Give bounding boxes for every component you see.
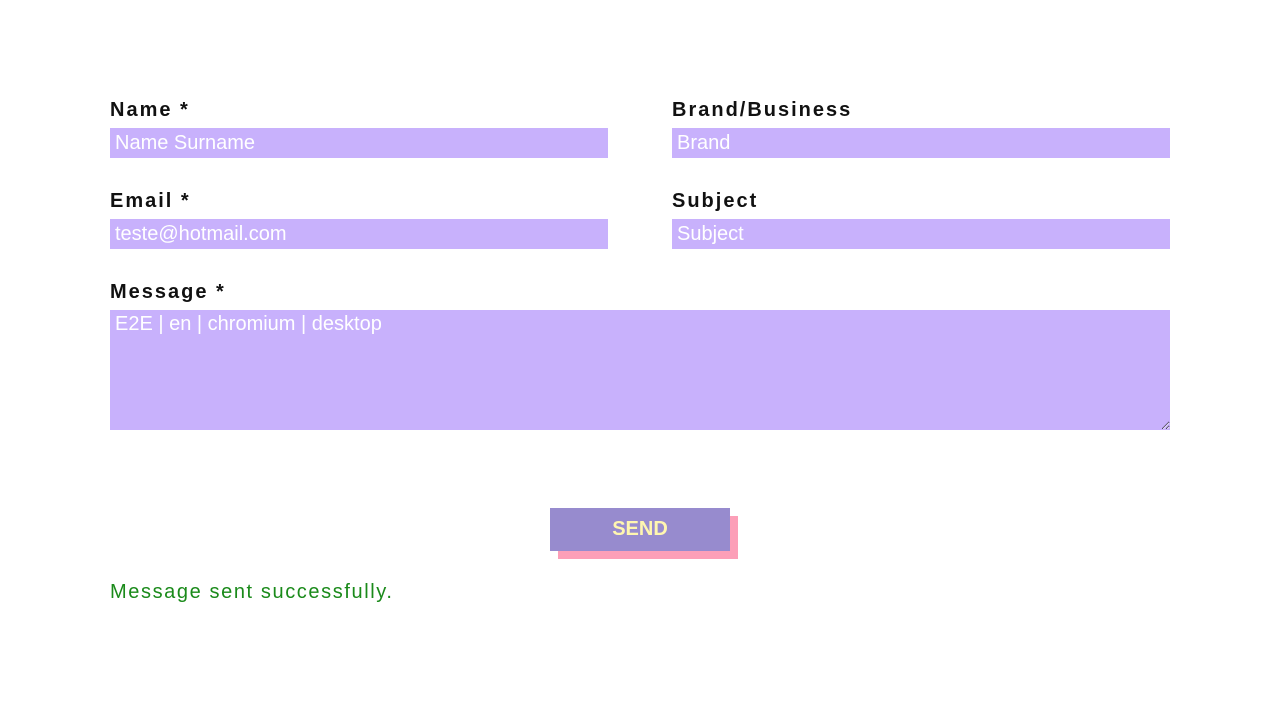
brand-label: Brand/Business	[672, 99, 853, 121]
name-label: Name *	[110, 99, 190, 121]
email-field-group: Email *	[110, 189, 608, 249]
form-row-2: Email * Subject	[110, 189, 1170, 249]
subject-label: Subject	[672, 190, 759, 212]
success-message: Message sent successfully.	[110, 581, 394, 603]
message-label: Message *	[110, 281, 226, 303]
name-input[interactable]	[110, 128, 608, 158]
contact-form: Name * Brand/Business Email * Subject Me…	[110, 98, 1170, 435]
email-label: Email *	[110, 190, 191, 212]
email-input[interactable]	[110, 219, 608, 249]
send-button-wrapper: SEND	[550, 508, 738, 559]
message-field-group: Message * E2E | en | chromium | desktop	[110, 280, 1170, 435]
name-field-group: Name *	[110, 98, 608, 158]
subject-input[interactable]	[672, 219, 1170, 249]
brand-field-group: Brand/Business	[672, 98, 1170, 158]
message-textarea[interactable]: E2E | en | chromium | desktop	[110, 310, 1170, 430]
send-button[interactable]: SEND	[550, 508, 730, 551]
subject-field-group: Subject	[672, 189, 1170, 249]
form-row-1: Name * Brand/Business	[110, 98, 1170, 158]
brand-input[interactable]	[672, 128, 1170, 158]
